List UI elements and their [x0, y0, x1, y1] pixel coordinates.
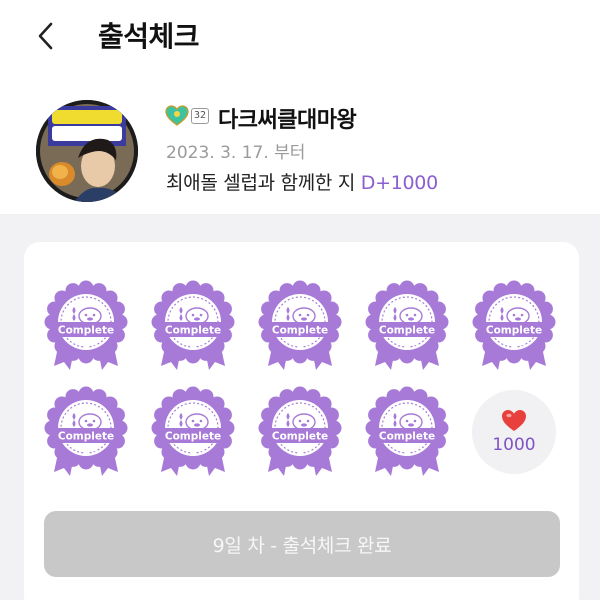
together-label: 최애돌 셀럽과 함께한 지 — [166, 172, 356, 194]
heart-icon — [502, 410, 526, 431]
svg-text:Complete: Complete — [272, 431, 328, 443]
stamp-complete: Complete — [254, 386, 346, 478]
attendance-card: Complete Complete Complete Complete Comp… — [24, 242, 579, 600]
stamp-complete: Complete — [254, 280, 346, 372]
svg-text:Complete: Complete — [58, 325, 114, 337]
stamp-complete: Complete — [147, 280, 239, 372]
svg-text:Complete: Complete — [379, 431, 435, 443]
chevron-left-icon — [38, 22, 53, 50]
svg-text:Complete: Complete — [58, 431, 114, 443]
svg-text:Complete: Complete — [272, 325, 328, 337]
stamp-complete: Complete — [361, 386, 453, 478]
level-badge: 32 — [165, 105, 210, 127]
svg-text:Complete: Complete — [165, 431, 221, 443]
stamp-complete: Complete — [40, 280, 132, 372]
back-button[interactable] — [26, 14, 66, 58]
stamp-complete: Complete — [40, 386, 132, 478]
heart-reward-circle: 1000 — [472, 390, 556, 474]
stamp-complete: Complete — [361, 280, 453, 372]
stamp-grid: Complete Complete Complete Complete Comp… — [40, 280, 572, 478]
stamp-complete: Complete — [468, 280, 560, 372]
svg-text:Complete: Complete — [165, 325, 221, 337]
nickname: 다크써클대마왕 — [218, 108, 357, 133]
app-header: 출석체크 — [0, 0, 600, 72]
avatar-image — [36, 100, 138, 202]
heart-reward[interactable]: 1000 — [468, 386, 560, 478]
d-plus-count: D+1000 — [360, 172, 438, 194]
heart-count: 1000 — [492, 435, 536, 455]
since-date: 2023. 3. 17. 부터 — [166, 143, 306, 163]
svg-text:Complete: Complete — [486, 325, 542, 337]
stamp-complete: Complete — [147, 386, 239, 478]
profile-section: 32 다크써클대마왕 2023. 3. 17. 부터 최애돌 셀럽과 함께한 지… — [0, 72, 600, 214]
page-title: 출석체크 — [98, 20, 200, 53]
attendance-complete-button[interactable]: 9일 차 - 출석체크 완료 — [44, 511, 560, 577]
heart-level-icon — [165, 105, 189, 126]
together-days: 최애돌 셀럽과 함께한 지 D+1000 — [166, 168, 438, 195]
level-number: 32 — [191, 108, 210, 124]
avatar[interactable] — [36, 100, 138, 202]
svg-text:Complete: Complete — [379, 325, 435, 337]
